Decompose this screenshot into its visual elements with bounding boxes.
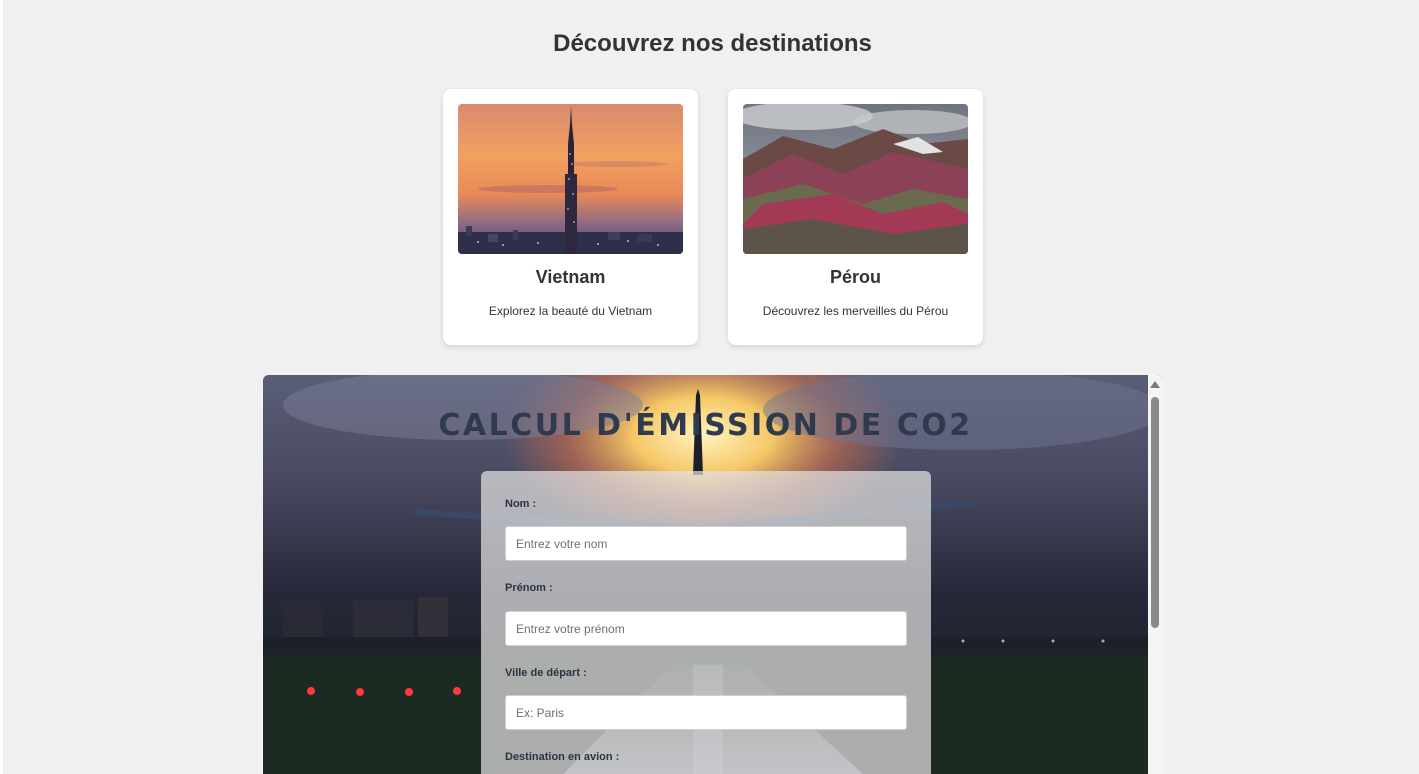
peru-image — [743, 104, 968, 254]
last-name-label: Nom : — [505, 498, 537, 510]
destinations-title: Découvrez nos destinations — [553, 30, 872, 57]
frame-scrollbar[interactable] — [1148, 375, 1163, 774]
last-name-input[interactable] — [505, 526, 907, 561]
departure-city-input[interactable] — [505, 695, 907, 730]
destination-card-peru[interactable]: Pérou Découvrez les merveilles du Pérou — [728, 89, 983, 345]
card-title-vietnam: Vietnam — [535, 267, 606, 287]
scroll-up-arrow-icon[interactable] — [1150, 381, 1160, 388]
vietnam-image — [458, 104, 683, 254]
co2-form-panel: Nom : Prénom : Ville de départ : Destina… — [481, 471, 931, 774]
first-name-label: Prénom : — [505, 582, 553, 594]
destination-card-vietnam[interactable]: Vietnam Explorez la beauté du Vietnam — [443, 89, 698, 345]
card-title-peru: Pérou — [829, 267, 881, 287]
co2-calculator-frame: CALCUL D'ÉMISSION DE CO2 Nom : Prénom : … — [263, 375, 1163, 774]
card-description-peru: Découvrez les merveilles du Pérou — [762, 304, 949, 318]
page-edge — [0, 0, 3, 774]
flight-destination-label: Destination en avion : — [505, 751, 620, 763]
scroll-thumb[interactable] — [1151, 397, 1159, 628]
departure-city-label: Ville de départ : — [505, 667, 587, 679]
first-name-input[interactable] — [505, 611, 907, 646]
co2-calculator-title: CALCUL D'ÉMISSION DE CO2 — [438, 408, 973, 443]
card-description-vietnam: Explorez la beauté du Vietnam — [488, 304, 653, 318]
